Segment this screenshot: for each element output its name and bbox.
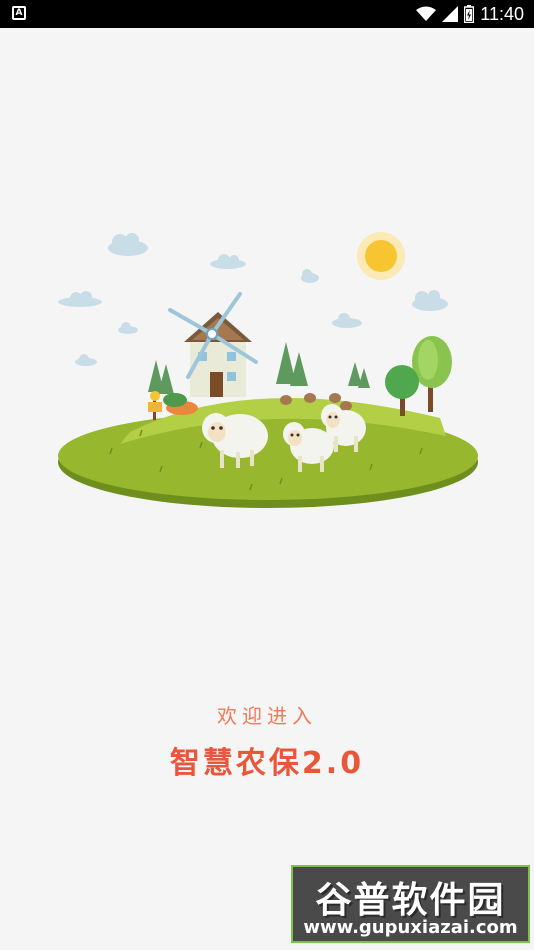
- bush: [163, 393, 187, 407]
- cloud-icon: [332, 313, 362, 328]
- status-icons: 11:40: [416, 3, 524, 25]
- sun-icon: [357, 232, 405, 280]
- status-time: 11:40: [480, 4, 524, 24]
- cloud-icon: [118, 322, 138, 334]
- cloud-icon: [412, 290, 448, 311]
- battery-icon: [464, 5, 475, 23]
- cloud-icon: [108, 233, 148, 256]
- cloud-icon: [210, 254, 246, 269]
- wifi-icon: [416, 6, 437, 21]
- welcome-text: 欢迎进入: [217, 704, 317, 728]
- cloud-icon: [301, 269, 319, 283]
- cloud-icon: [75, 354, 97, 366]
- watermark-url: www.gupuxiazai.com: [303, 917, 518, 938]
- watermark-logo: 谷普软件园 www.gupuxiazai.com: [291, 865, 530, 943]
- scarecrow-icon: [148, 391, 162, 420]
- round-tree-icon: [412, 336, 452, 412]
- watermark-title: 谷普软件园: [315, 880, 506, 921]
- farm-scene-illustration: [58, 232, 478, 508]
- windmill-icon: [168, 292, 258, 397]
- cell-signal-icon: [442, 6, 459, 22]
- cloud-icon: [58, 291, 102, 307]
- pine-trees: [148, 342, 370, 394]
- app-name-title: 智慧农保2.0: [169, 746, 365, 781]
- status-bar: A 11:40: [0, 0, 534, 28]
- notification-app-icon: A: [12, 6, 26, 20]
